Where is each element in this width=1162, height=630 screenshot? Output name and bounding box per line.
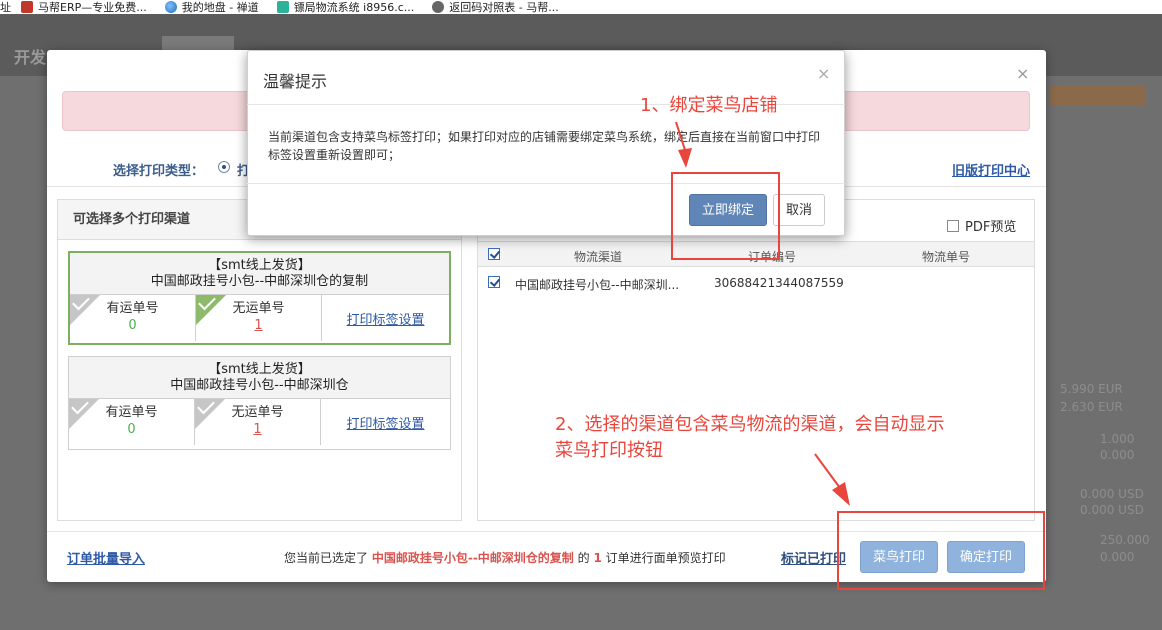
summary-suffix: 订单进行面单预览打印 [605,551,726,565]
row-channel: 中国邮政挂号小包--中邮深圳... [515,278,680,292]
pdf-preview-label: PDF预览 [965,220,1017,235]
batch-import-link[interactable]: 订单批量导入 [67,548,145,567]
selection-summary: 您当前已选定了 中国邮政挂号小包--中邮深圳仓的复制 的 1 订单进行面单预览打… [284,549,726,566]
row-order-number: 30688421344087559 [714,276,844,290]
channel-source: 【smt线上发货】 [208,362,311,377]
background-brand: 开发 [14,48,47,67]
without-tracking-cell[interactable]: 无运单号 1 [196,295,322,341]
mabang-logo-icon [21,1,33,13]
channel-card[interactable]: 【smt线上发货】 中国邮政挂号小包--中邮深圳仓 有运单号 0 无运单号 1 … [68,356,451,450]
annotation-note-2-line-2: 菜鸟打印按钮 [555,440,663,461]
bookmark-return-codes[interactable]: 返回码对照表 - 马帮... [432,0,559,14]
bookmark-partial[interactable]: 址 [0,0,11,14]
with-tracking-cell[interactable]: 有运单号 0 [69,399,195,445]
annotation-highlight-bind [671,172,780,260]
column-header: 物流渠道 [574,250,623,264]
summary-prefix: 您当前已选定了 [284,551,369,565]
channel-card-selected[interactable]: 【smt线上发货】 中国邮政挂号小包--中邮深圳仓的复制 有运单号 0 无运单号… [68,251,451,345]
column-header: 物流单号 [922,250,971,264]
pdf-preview-toggle[interactable]: PDF预览 [947,216,1016,235]
tip-modal-message: 当前渠道包含支持菜鸟标签打印；如果打印对应的店铺需要绑定菜鸟系统，绑定后直接在当… [268,130,821,162]
background-orange-button [1050,86,1146,106]
bookmark-label: 我的地盘 - 禅道 [181,1,259,14]
background-number: 0.000 [1100,448,1135,462]
background-number: 5.990 EUR [1060,382,1123,396]
bookmark-chandao[interactable]: 我的地盘 - 禅道 [164,0,259,14]
background-number: 0.000 [1100,550,1135,564]
channel-name: 中国邮政挂号小包--中邮深圳仓 [170,378,349,393]
summary-count: 1 [593,551,602,565]
background-number: 250.000 [1100,533,1150,547]
pdf-preview-checkbox[interactable] [947,219,959,232]
cancel-button[interactable]: 取消 [773,194,825,226]
bookmark-label: 马帮ERP—专业免费... [38,1,147,14]
print-label-settings-link[interactable]: 打印标签设置 [322,309,449,328]
biaoju-logo-icon [276,1,289,13]
row-checkbox[interactable] [488,276,500,288]
bookmark-label: 镖局物流系统 i8956.c... [293,1,415,14]
background-number: 2.630 EUR [1060,400,1123,414]
close-icon[interactable]: × [817,64,830,83]
bookmarks-bar: 址 马帮ERP—专业免费... 我的地盘 - 禅道 镖局物流系统 i8956.c… [0,0,1162,14]
bookmark-biaoju[interactable]: 镖局物流系统 i8956.c... [276,0,415,14]
bookmark-mabang-erp[interactable]: 马帮ERP—专业免费... [21,0,147,14]
annotation-note-1: 1、绑定菜鸟店铺 [640,95,778,116]
with-tracking-cell[interactable]: 有运单号 0 [70,295,196,341]
channel-panel: 可选择多个打印渠道 【smt线上发货】 中国邮政挂号小包--中邮深圳仓的复制 有… [57,199,462,521]
summary-mid: 的 [577,551,590,565]
channel-card-title: 【smt线上发货】 中国邮政挂号小包--中邮深圳仓的复制 [70,253,449,295]
tip-modal-title: 温馨提示 [263,72,328,91]
label-settings-cell: 打印标签设置 [322,295,449,341]
background-number: 0.000 USD [1080,487,1144,501]
background-number: 1.000 [1100,432,1135,446]
bookmark-label: 返回码对照表 - 马帮... [449,1,559,14]
globe-icon [164,1,177,13]
channel-source: 【smt线上发货】 [208,258,311,273]
summary-channel: 中国邮政挂号小包--中邮深圳仓的复制 [371,551,574,565]
annotation-highlight-buttons [837,511,1045,590]
old-print-center-link[interactable]: 旧版打印中心 [952,160,1030,179]
print-label-settings-link[interactable]: 打印标签设置 [321,413,450,432]
background-number: 0.000 USD [1080,503,1144,517]
back-icon [432,1,445,13]
label-settings-cell: 打印标签设置 [321,399,450,445]
close-icon[interactable]: × [1016,64,1029,83]
bookmark-label: 址 [0,1,11,14]
table-row[interactable]: 中国邮政挂号小包--中邮深圳... 30688421344087559 [478,268,1034,296]
print-type-radio[interactable] [218,161,230,173]
without-tracking-cell[interactable]: 无运单号 1 [195,399,321,445]
channel-name: 中国邮政挂号小包--中邮深圳仓的复制 [150,274,369,289]
annotation-note-2-line-1: 2、选择的渠道包含菜鸟物流的渠道，会自动显示 [555,414,945,435]
print-type-label: 选择打印类型： [113,164,205,179]
channel-card-title: 【smt线上发货】 中国邮政挂号小包--中邮深圳仓 [69,357,450,399]
select-all-checkbox[interactable] [488,248,500,260]
